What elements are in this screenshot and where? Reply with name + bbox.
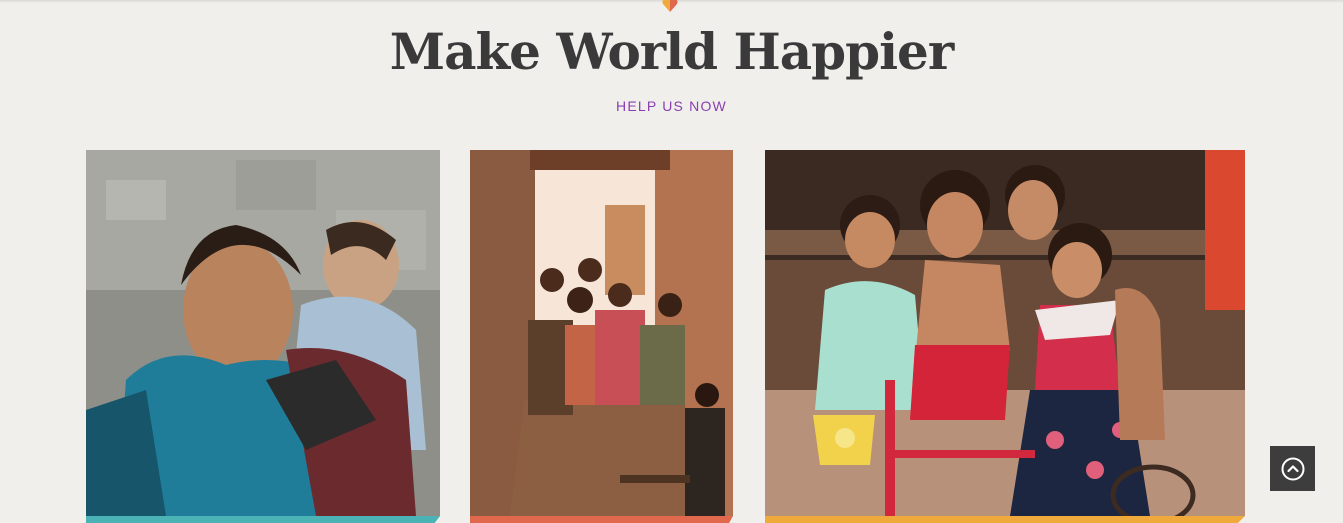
accent-bar	[86, 516, 440, 523]
photo-children-on-bicycle	[765, 150, 1245, 516]
photo-children-in-window	[470, 150, 733, 516]
scroll-to-top-button[interactable]	[1270, 446, 1315, 491]
accent-bar	[765, 516, 1245, 523]
card-children-on-bicycle[interactable]	[765, 150, 1245, 523]
chevron-up-circle-icon	[1281, 457, 1304, 480]
card-children-in-window[interactable]	[470, 150, 733, 523]
heart-icon	[662, 0, 678, 12]
accent-bar	[470, 516, 733, 523]
section-subtitle: HELP US NOW	[616, 98, 727, 114]
photo-mother-with-baby	[86, 150, 440, 516]
section-title: Make World Happier	[389, 22, 954, 81]
card-mother-with-baby[interactable]	[86, 150, 440, 523]
